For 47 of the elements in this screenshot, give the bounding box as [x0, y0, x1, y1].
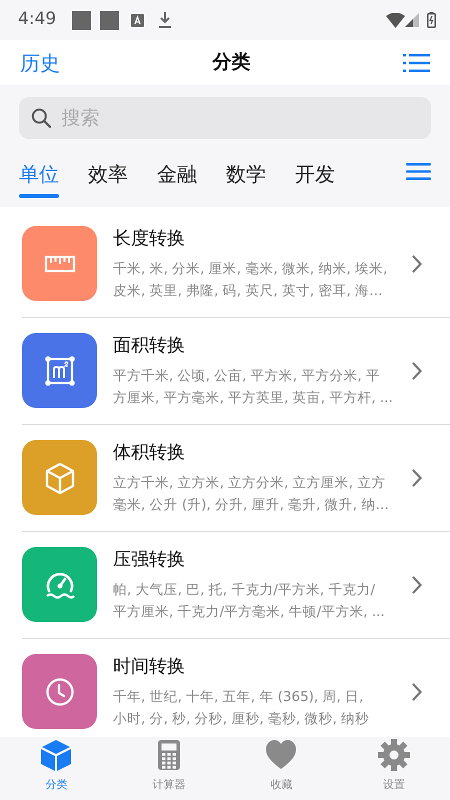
signal-icon: [405, 13, 419, 27]
category-row[interactable]: 时间转换 千年, 世纪, 十年, 五年, 年 (365), 周, 日, 小时, 分, 秒, 分秒, 厘秒, 毫秒, 微秒, 纳秒: [0, 638, 450, 737]
unit-list-text: 平方厘米, 千克力/平方毫米, 牛顿/平方米, ...: [113, 603, 385, 622]
chevron-right-icon: [412, 576, 422, 594]
status-time: 4:49: [18, 8, 56, 32]
category-title: 长度转换: [113, 227, 186, 251]
unit-list-text: 方厘米, 平方毫米, 平方英里, 英亩, 平方杆, ...: [113, 389, 393, 408]
category-title: 时间转换: [113, 655, 186, 679]
category-row[interactable]: 压强转换 帕, 大气压, 巴, 托, 千克力/平方米, 千克力/ 平方厘米, 千克力/平方毫米, 牛顿/平方米, ...: [0, 531, 450, 638]
nav-tab[interactable]: 分类: [0, 737, 112, 800]
category-row[interactable]: 体积转换 立方千米, 立方米, 立方分米, 立方厘米, 立方 毫米, 公升 (升), 分升, 厘升, 毫升, 微升, 纳…: [0, 424, 450, 531]
battery-icon: [427, 12, 436, 28]
notification-icon: [72, 10, 92, 30]
chevron-right-icon: [412, 362, 422, 380]
category-title: 体积转换: [113, 441, 186, 465]
heart-icon: [265, 739, 298, 771]
category-tab[interactable]: 金融: [157, 150, 197, 198]
chevron-right-icon: [412, 469, 422, 488]
keyboard-icon: [131, 14, 144, 26]
unit-list-text: 小时, 分, 秒, 分秒, 厘秒, 毫秒, 微秒, 纳秒: [113, 710, 370, 729]
unit-list-text: 立方千米, 立方米, 立方分米, 立方厘米, 立方: [113, 474, 386, 493]
list-icon[interactable]: [403, 52, 430, 72]
category-tab[interactable]: 数学: [226, 150, 266, 198]
menu-icon[interactable]: [406, 163, 431, 180]
history-link[interactable]: 历史: [20, 48, 60, 78]
notification-icon: [100, 10, 120, 30]
category-tab[interactable]: 效率: [88, 150, 128, 198]
category-title: 压强转换: [113, 548, 186, 572]
unit-list-text: 毫米, 公升 (升), 分升, 厘升, 毫升, 微升, 纳…: [113, 496, 389, 515]
search-icon: [31, 107, 52, 129]
unit-list-text: 千年, 世纪, 十年, 五年, 年 (365), 周, 日,: [113, 688, 364, 707]
chevron-right-icon: [412, 683, 422, 702]
search-field[interactable]: 搜索: [59, 102, 419, 134]
unit-list-text: 平方千米, 公顷, 公亩, 平方米, 平方分米, 平: [113, 367, 380, 386]
category-tab[interactable]: 单位: [19, 150, 59, 198]
search-bar[interactable]: 搜索: [19, 97, 431, 139]
unit-list-text: 皮米, 英里, 弗隆, 码, 英尺, 英寸, 密耳, 海…: [113, 282, 383, 301]
cube-icon: [40, 739, 72, 771]
unit-list-text: 千米, 米, 分米, 厘米, 毫米, 微米, 纳米, 埃米,: [113, 260, 388, 279]
category-title: 面积转换: [113, 334, 186, 358]
unit-list-text: 帕, 大气压, 巴, 托, 千克力/平方米, 千克力/: [113, 581, 376, 600]
category-row[interactable]: 面积转换 平方千米, 公顷, 公亩, 平方米, 平方分米, 平 方厘米, 平方毫米, 平方英里, 英亩, 平方杆, ...: [0, 317, 450, 424]
page-title: 分类: [212, 50, 250, 76]
chevron-right-icon: [412, 255, 422, 274]
category-tab[interactable]: 开发: [295, 150, 335, 198]
download-icon: [158, 12, 172, 28]
category-row[interactable]: 长度转换 千米, 米, 分米, 厘米, 毫米, 微米, 纳米, 埃米, 皮米, 英里, 弗隆, 码, 英尺, 英寸, 密耳, 海…: [0, 210, 450, 317]
